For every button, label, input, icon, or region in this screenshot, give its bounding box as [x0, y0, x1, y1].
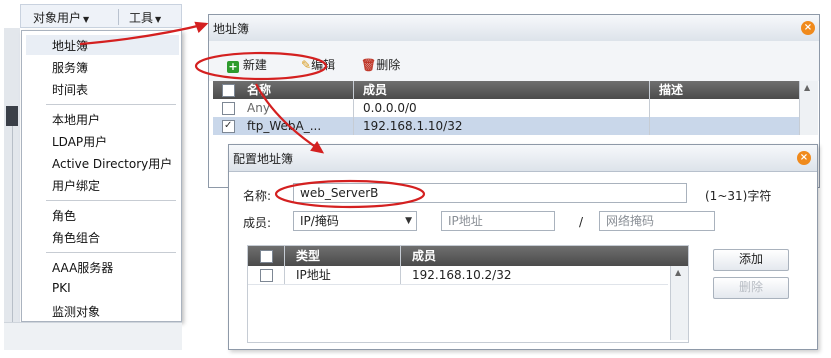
row-member: 192.168.1.10/32: [363, 119, 463, 133]
address-book-toolbar: + 新建 ✎编辑 🗑删除: [209, 41, 819, 81]
select-all-checkbox[interactable]: [260, 250, 273, 263]
select-all-checkbox[interactable]: [222, 84, 235, 97]
name-input[interactable]: web_ServerB: [293, 183, 687, 203]
plus-icon: +: [227, 60, 239, 73]
table-row[interactable]: Any 0.0.0.0/0: [213, 99, 799, 118]
top-menubar: 对象用户 ▼ 工具 ▼: [20, 4, 182, 28]
column-header-member: 成员: [363, 83, 388, 97]
menu-object-users[interactable]: 对象用户 ▼: [33, 9, 89, 26]
side-strip-line: [12, 126, 13, 326]
member-label: 成员:: [243, 216, 272, 230]
row-checkbox[interactable]: [222, 102, 235, 115]
edit-icon: ✎: [301, 58, 312, 72]
menu-highlight: [26, 35, 179, 55]
annotation-arrowhead: [194, 21, 209, 33]
delete-button[interactable]: 🗑删除: [361, 55, 400, 75]
table-scrollbar[interactable]: ▲: [799, 81, 818, 135]
menu-item-pki[interactable]: PKI: [52, 281, 71, 295]
menu-item-role-group[interactable]: 角色组合: [52, 229, 100, 246]
trash-icon: 🗑: [361, 58, 377, 72]
menu-item-service-book[interactable]: 服务簿: [52, 59, 88, 76]
menubar-divider: [118, 9, 119, 25]
member-table-scrollbar[interactable]: ▲: [670, 266, 688, 340]
column-header-name: 名称: [247, 83, 272, 97]
chevron-up-icon[interactable]: ▲: [675, 268, 681, 277]
chevron-down-icon: ▼: [405, 216, 412, 226]
column-header-member: 成员: [412, 249, 437, 263]
menu-item-monitor-object[interactable]: 监测对象: [52, 303, 100, 320]
row-checkbox[interactable]: [222, 117, 235, 135]
side-strip-marker: [6, 106, 18, 126]
close-icon[interactable]: ×: [797, 151, 811, 165]
name-hint: (1~31)字符: [705, 189, 772, 203]
table-row[interactable]: ftp_WebA_... 192.168.1.10/32: [213, 117, 799, 135]
address-book-titlebar: 地址簿 ×: [209, 15, 819, 42]
column-header-type: 类型: [296, 249, 321, 263]
config-address-book-dialog: 配置地址簿 × 名称: web_ServerB (1~31)字符 成员: IP/…: [228, 144, 818, 350]
member-type-select[interactable]: IP/掩码 ▼: [293, 211, 417, 231]
config-title: 配置地址簿: [233, 152, 294, 166]
menu-item-user-binding[interactable]: 用户绑定: [52, 177, 100, 194]
table-row[interactable]: IP地址 192.168.10.2/32: [248, 266, 668, 285]
menu-tools[interactable]: 工具 ▼: [129, 9, 161, 26]
menu-item-role[interactable]: 角色: [52, 207, 76, 224]
bottom-strip: [4, 322, 182, 350]
menu-item-ad-user[interactable]: Active Directory用户: [52, 155, 172, 172]
menu-item-local-user[interactable]: 本地用户: [52, 111, 100, 128]
row-checkbox[interactable]: [260, 269, 273, 282]
chevron-down-icon: ▼: [155, 15, 162, 24]
close-icon[interactable]: ×: [801, 21, 815, 35]
member-table-header: 类型 成员: [248, 246, 688, 266]
menu-divider: [46, 104, 176, 105]
row-name: Any: [247, 101, 270, 115]
row-member: 192.168.10.2/32: [412, 268, 512, 282]
slash-separator: /: [579, 215, 584, 229]
menu-divider: [46, 252, 176, 253]
object-users-dropdown: 地址簿 服务簿 时间表 本地用户 LDAP用户 Active Directory…: [21, 30, 182, 322]
chevron-up-icon[interactable]: ▲: [804, 83, 810, 92]
row-type: IP地址: [296, 268, 331, 282]
menu-divider: [46, 200, 176, 201]
config-titlebar: 配置地址簿 ×: [229, 145, 817, 172]
address-book-title: 地址簿: [213, 22, 250, 36]
side-strip: [4, 28, 20, 350]
name-label: 名称:: [243, 189, 272, 203]
menu-item-aaa-server[interactable]: AAA服务器: [52, 259, 113, 276]
member-table: 类型 成员 IP地址 192.168.10.2/32 ▲: [247, 245, 689, 343]
table-header: 名称 成员 描述: [213, 81, 799, 99]
column-header-desc: 描述: [659, 83, 684, 97]
row-member: 0.0.0.0/0: [363, 101, 417, 115]
ip-address-input[interactable]: IP地址: [441, 211, 555, 231]
new-button[interactable]: + 新建: [227, 55, 267, 75]
menu-item-schedule[interactable]: 时间表: [52, 81, 88, 98]
add-button[interactable]: 添加: [713, 249, 789, 271]
chevron-down-icon: ▼: [83, 15, 90, 24]
netmask-input[interactable]: 网络掩码: [599, 211, 715, 231]
row-name: ftp_WebA_...: [247, 119, 322, 133]
remove-button[interactable]: 删除: [713, 277, 789, 299]
edit-button[interactable]: ✎编辑: [301, 55, 335, 75]
menu-item-ldap-user[interactable]: LDAP用户: [52, 133, 107, 150]
menu-item-address-book[interactable]: 地址簿: [52, 37, 88, 54]
